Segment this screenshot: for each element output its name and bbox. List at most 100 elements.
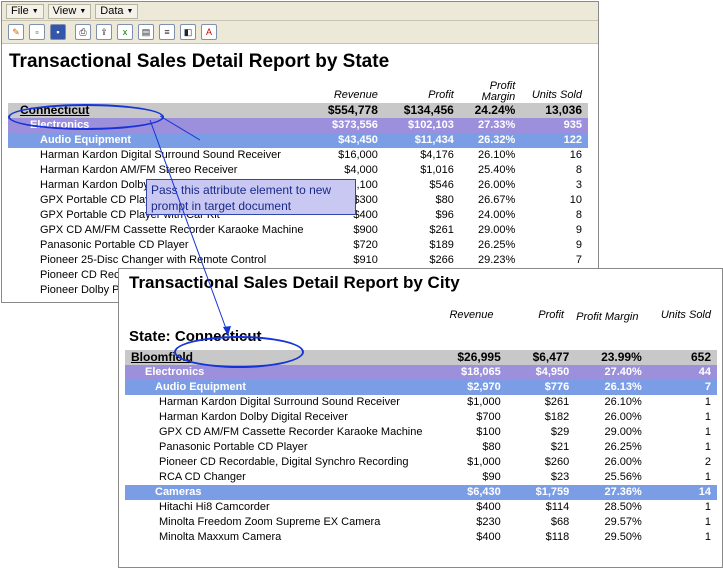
subcategory-profit: $1,759 bbox=[506, 485, 576, 500]
highlight-oval-target bbox=[174, 336, 304, 368]
subcategory-profit: $11,434 bbox=[383, 133, 460, 148]
save-icon[interactable]: ▪ bbox=[50, 24, 66, 40]
item-profit: $189 bbox=[383, 238, 460, 253]
item-revenue: $100 bbox=[428, 425, 507, 440]
item-name: Panasonic Portable CD Player bbox=[125, 440, 429, 455]
header-profit: Profit bbox=[538, 309, 564, 321]
table-row: Harman Kardon Digital Surround Sound Rec… bbox=[125, 395, 717, 410]
menu-bar: File ▼ View ▼ Data ▼ bbox=[2, 2, 598, 21]
html-icon[interactable]: ◧ bbox=[180, 24, 196, 40]
item-profit: $23 bbox=[506, 470, 576, 485]
menu-view[interactable]: View ▼ bbox=[47, 3, 92, 19]
toolbar: ✎ ▫ ▪ ⎙ ⇪ x ▤ ≡ ◧ A bbox=[2, 21, 598, 44]
pdf-icon[interactable]: ▤ bbox=[138, 24, 154, 40]
item-revenue: $700 bbox=[428, 410, 507, 425]
table-row: GPX CD AM/FM Cassette Recorder Karaoke M… bbox=[125, 425, 717, 440]
item-units: 1 bbox=[647, 515, 717, 530]
city-units: 652 bbox=[647, 350, 717, 365]
state-revenue: $554,778 bbox=[309, 103, 384, 118]
subcategory-revenue: $2,970 bbox=[428, 380, 507, 395]
state-report-window: File ▼ View ▼ Data ▼ ✎ ▫ ▪ ⎙ ⇪ x ▤ ≡ ◧ A Tr… bbox=[1, 1, 599, 303]
state-units: 13,036 bbox=[521, 103, 588, 118]
item-profit: $4,176 bbox=[383, 148, 460, 163]
item-profit: $261 bbox=[383, 223, 460, 238]
item-revenue: $4,000 bbox=[309, 163, 384, 178]
state-margin: 24.24% bbox=[459, 103, 522, 118]
table-row: Harman Kardon Digital Surround Sound Rec… bbox=[8, 148, 588, 163]
item-margin: 29.57% bbox=[575, 515, 648, 530]
header-units-sold: Units Sold bbox=[531, 89, 582, 101]
table-row: Panasonic Portable CD Player $80 $21 26.25%… bbox=[125, 440, 717, 455]
column-headers: Revenue Profit Profit Margin Units Sold bbox=[8, 73, 588, 103]
new-icon[interactable]: ▫ bbox=[29, 24, 45, 40]
city-revenue: $26,995 bbox=[428, 350, 507, 365]
item-revenue: $80 bbox=[428, 440, 507, 455]
edit-icon[interactable]: ✎ bbox=[8, 24, 24, 40]
item-name: Minolta Freedom Zoom Supreme EX Camera bbox=[125, 515, 429, 530]
item-units: 1 bbox=[647, 440, 717, 455]
item-name: GPX CD AM/FM Cassette Recorder Karaoke M… bbox=[125, 425, 429, 440]
subcategory-revenue: $43,450 bbox=[309, 133, 384, 148]
category-revenue: $18,065 bbox=[428, 365, 507, 380]
table-row: RCA CD Changer $90 $23 25.56% 1 bbox=[125, 470, 717, 485]
subcategory-name: Cameras bbox=[125, 485, 429, 500]
item-profit: $1,016 bbox=[383, 163, 460, 178]
item-revenue: $400 bbox=[428, 530, 507, 545]
item-margin: 26.67% bbox=[459, 193, 522, 208]
chevron-down-icon: ▼ bbox=[31, 7, 39, 15]
item-name: Hitachi Hi8 Camcorder bbox=[125, 500, 429, 515]
pdf-export-icon[interactable]: A bbox=[201, 24, 217, 40]
menu-data[interactable]: Data ▼ bbox=[95, 3, 139, 19]
subcategory-row: Audio Equipment $43,450 $11,434 26.32% 1… bbox=[8, 133, 588, 148]
menu-file-label: File bbox=[11, 4, 29, 17]
item-name: RCA CD Changer bbox=[125, 470, 429, 485]
item-name: Harman Kardon AM/FM Stereo Receiver bbox=[8, 163, 310, 178]
item-name: Minolta Maxxum Camera bbox=[125, 530, 429, 545]
table-row: Minolta Freedom Zoom Supreme EX Camera $2… bbox=[125, 515, 717, 530]
category-revenue: $373,556 bbox=[309, 118, 384, 133]
item-margin: 29.00% bbox=[459, 223, 522, 238]
category-margin: 27.40% bbox=[575, 365, 648, 380]
item-profit: $68 bbox=[506, 515, 576, 530]
item-margin: 29.23% bbox=[459, 253, 522, 268]
item-profit: $266 bbox=[383, 253, 460, 268]
subcategory-margin: 27.36% bbox=[575, 485, 648, 500]
item-margin: 25.40% bbox=[459, 163, 522, 178]
item-margin: 26.00% bbox=[575, 410, 648, 425]
subcategory-row: Audio Equipment $2,970 $776 26.13% 7 bbox=[125, 380, 717, 395]
header-units-sold: Units Sold bbox=[660, 309, 711, 321]
export-icon[interactable]: ⇪ bbox=[96, 24, 112, 40]
item-margin: 26.10% bbox=[459, 148, 522, 163]
item-units: 2 bbox=[647, 455, 717, 470]
chevron-down-icon: ▼ bbox=[79, 7, 87, 15]
subcategory-profit: $776 bbox=[506, 380, 576, 395]
table-row: Panasonic Portable CD Player $720 $189 26.2… bbox=[8, 238, 588, 253]
subcategory-row: Cameras $6,430 $1,759 27.36% 14 bbox=[125, 485, 717, 500]
item-revenue: $16,000 bbox=[309, 148, 384, 163]
subcategory-units: 14 bbox=[647, 485, 717, 500]
item-name: Harman Kardon Dolby Digital Receiver bbox=[125, 410, 429, 425]
table-row: Harman Kardon Dolby Digital Receiver $700… bbox=[125, 410, 717, 425]
item-name: Pioneer 25-Disc Changer with Remote Cont… bbox=[8, 253, 310, 268]
category-profit: $4,950 bbox=[506, 365, 576, 380]
item-margin: 26.00% bbox=[575, 455, 648, 470]
menu-file[interactable]: File ▼ bbox=[6, 3, 44, 19]
excel-icon[interactable]: x bbox=[117, 24, 133, 40]
report-title: Transactional Sales Detail Report by Cit… bbox=[129, 273, 460, 292]
item-units: 1 bbox=[647, 500, 717, 515]
subcategory-margin: 26.13% bbox=[575, 380, 648, 395]
table-row: Harman Kardon AM/FM Stereo Receiver $4,00… bbox=[8, 163, 588, 178]
category-profit: $102,103 bbox=[383, 118, 460, 133]
item-profit: $96 bbox=[383, 208, 460, 223]
item-revenue: $1,000 bbox=[428, 395, 507, 410]
item-units: 16 bbox=[521, 148, 588, 163]
callout-note: Pass this attribute element to new promp… bbox=[146, 179, 356, 215]
item-margin: 26.25% bbox=[459, 238, 522, 253]
text-icon[interactable]: ≡ bbox=[159, 24, 175, 40]
print-icon[interactable]: ⎙ bbox=[75, 24, 91, 40]
header-item bbox=[8, 73, 309, 103]
item-name: GPX CD AM/FM Cassette Recorder Karaoke M… bbox=[8, 223, 310, 238]
city-profit: $6,477 bbox=[506, 350, 576, 365]
highlight-oval-state bbox=[8, 104, 164, 130]
city-margin: 23.99% bbox=[575, 350, 648, 365]
